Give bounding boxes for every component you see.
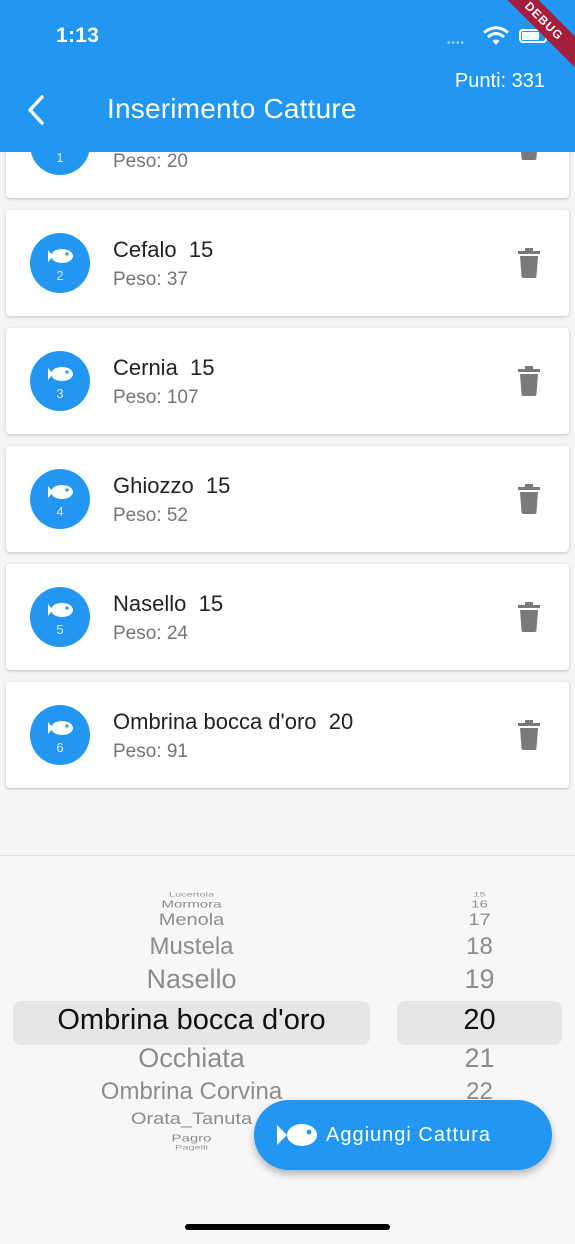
catch-number: 3	[56, 386, 64, 401]
fish-icon	[46, 601, 74, 624]
fish-icon	[46, 365, 74, 388]
delete-icon[interactable]	[517, 248, 541, 278]
catch-card: 5 Nasello 15 Peso: 24	[6, 564, 569, 670]
home-indicator[interactable]	[185, 1224, 390, 1230]
catch-title: Cernia 15	[113, 355, 215, 380]
delete-icon[interactable]	[517, 720, 541, 750]
catch-card: 4 Ghiozzo 15 Peso: 52	[6, 446, 569, 552]
catch-card: 6 Ombrina bocca d'oro 20 Peso: 91	[6, 682, 569, 788]
catch-weight: Peso: 20	[113, 151, 188, 172]
size-option[interactable]: 18	[397, 933, 562, 961]
catch-title: Nasello 15	[113, 591, 224, 616]
catch-number: 1	[56, 150, 64, 165]
catch-avatar: 3	[30, 351, 90, 411]
catch-title: Ghiozzo 15	[113, 473, 231, 498]
size-option[interactable]: 17	[397, 911, 562, 931]
delete-icon[interactable]	[517, 484, 541, 514]
fish-icon	[46, 719, 74, 742]
catch-picker: Lucertola Mormora Menola Mustela Nasello…	[0, 855, 575, 1244]
catch-weight: Peso: 52	[113, 505, 188, 526]
catch-number: 5	[56, 622, 64, 637]
species-option[interactable]: Occhiata	[13, 1043, 370, 1074]
size-option-selected[interactable]: 20	[397, 1004, 562, 1037]
catch-number: 6	[56, 740, 64, 755]
catch-weight: Peso: 91	[113, 741, 188, 762]
catch-weight: Peso: 37	[113, 269, 188, 290]
back-button[interactable]	[18, 92, 54, 128]
catch-avatar: 6	[30, 705, 90, 765]
back-arrow-icon	[28, 95, 44, 125]
catch-weight: Peso: 24	[113, 623, 188, 644]
add-catch-label: Aggiungi Cattura	[326, 1124, 491, 1146]
catch-weight: Peso: 107	[113, 387, 199, 408]
signal-icon: ••••	[447, 38, 466, 49]
catch-title: Cefalo 15	[113, 237, 214, 262]
species-option[interactable]: Lucertola	[13, 892, 370, 899]
species-option[interactable]: Nasello	[13, 964, 370, 995]
page-title: Inserimento Catture	[107, 93, 357, 124]
delete-icon[interactable]	[517, 366, 541, 396]
catch-avatar: 5	[30, 587, 90, 647]
species-wheel[interactable]: Lucertola Mormora Menola Mustela Nasello…	[13, 856, 370, 1244]
species-option[interactable]: Menola	[13, 911, 370, 931]
fish-icon	[46, 247, 74, 270]
delete-icon[interactable]	[517, 602, 541, 632]
app-bar: 1:13 •••• DEBUG Punti: 331 Inserimento C…	[0, 0, 575, 152]
size-option[interactable]: 15	[397, 892, 562, 899]
size-option[interactable]: 21	[397, 1043, 562, 1074]
fish-icon	[46, 483, 74, 506]
wifi-icon	[483, 26, 509, 51]
catch-card: 2 Cefalo 15 Peso: 37	[6, 210, 569, 316]
catch-avatar: 4	[30, 469, 90, 529]
size-option[interactable]: 19	[397, 964, 562, 995]
points-counter: Punti: 331	[454, 70, 545, 92]
species-option-selected[interactable]: Ombrina bocca d'oro	[13, 1004, 370, 1037]
catch-title: Ombrina bocca d'oro 20	[113, 709, 354, 734]
catch-avatar: 2	[30, 233, 90, 293]
species-option[interactable]: Mustela	[13, 933, 370, 961]
catch-number: 4	[56, 504, 64, 519]
add-catch-button[interactable]: Aggiungi Cattura	[254, 1100, 552, 1170]
size-option[interactable]: 16	[397, 899, 562, 911]
fish-icon	[276, 1122, 318, 1153]
species-option[interactable]: Mormora	[13, 899, 370, 911]
status-time: 1:13	[56, 24, 100, 47]
catch-number: 2	[56, 268, 64, 283]
catch-card: 3 Cernia 15 Peso: 107	[6, 328, 569, 434]
size-wheel[interactable]: 15 16 17 18 19 20 21 22	[397, 856, 562, 1244]
